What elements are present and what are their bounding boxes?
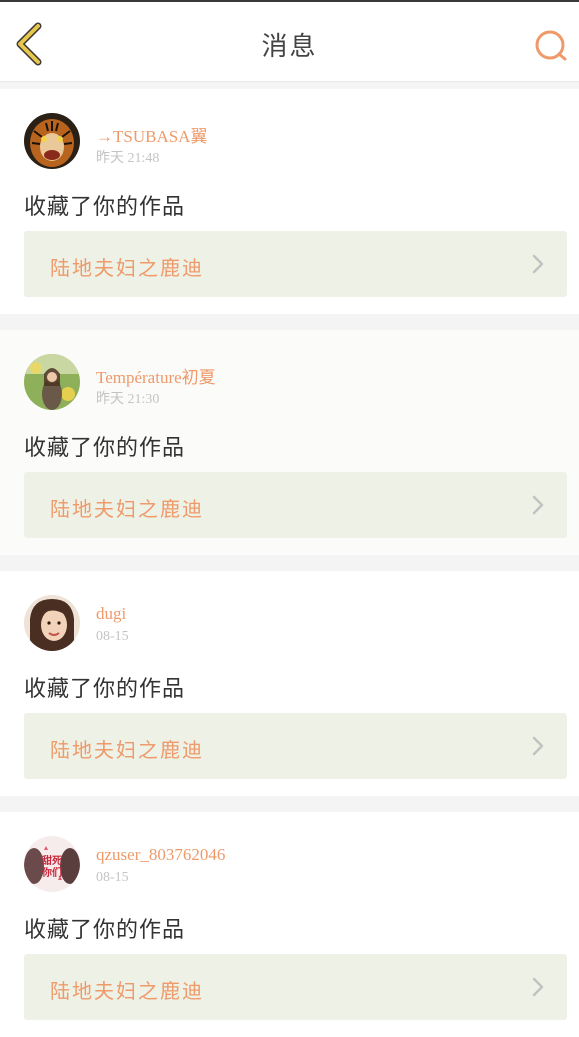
search-icon: [535, 30, 567, 61]
username[interactable]: qzuser_803762046: [96, 845, 225, 865]
timestamp: 08-15: [96, 629, 129, 644]
action-text: 收藏了你的作品: [24, 677, 186, 702]
avatar[interactable]: [24, 595, 80, 651]
timestamp: 08-15: [96, 870, 129, 885]
work-title: 陆地夫妇之鹿迪: [50, 738, 204, 762]
work-title: 陆地夫妇之鹿迪: [50, 497, 204, 521]
message-card: dugi 08-15 收藏了你的作品 陆地夫妇之鹿迪: [0, 571, 579, 796]
chevron-right-icon: [532, 736, 544, 756]
timestamp: 昨天 21:48: [96, 151, 160, 166]
top-nav-bar: 消息: [0, 2, 579, 82]
work-link[interactable]: 陆地夫妇之鹿迪: [24, 713, 567, 779]
message-card: →TSUBASA翼 昨天 21:48 收藏了你的作品 陆地夫妇之鹿迪: [0, 89, 579, 314]
username[interactable]: dugi: [96, 604, 126, 624]
avatar-text: 们: [52, 866, 62, 879]
work-title: 陆地夫妇之鹿迪: [50, 256, 204, 280]
avatar-text: 死: [52, 855, 62, 867]
chevron-right-icon: [532, 254, 544, 274]
avatar[interactable]: [24, 113, 80, 169]
message-card: Température初夏 昨天 21:30 收藏了你的作品 陆地夫妇之鹿迪: [0, 330, 579, 555]
work-title: 陆地夫妇之鹿迪: [50, 979, 204, 1003]
username[interactable]: Température初夏: [96, 363, 216, 388]
avatar-text: 甜: [42, 854, 52, 867]
avatar[interactable]: [24, 354, 80, 410]
action-text: 收藏了你的作品: [24, 918, 186, 943]
action-text: 收藏了你的作品: [24, 436, 186, 461]
username[interactable]: →TSUBASA翼: [96, 122, 207, 147]
work-link[interactable]: 陆地夫妇之鹿迪: [24, 954, 567, 1020]
work-link[interactable]: 陆地夫妇之鹿迪: [24, 231, 567, 297]
work-link[interactable]: 陆地夫妇之鹿迪: [24, 472, 567, 538]
action-text: 收藏了你的作品: [24, 195, 186, 220]
chevron-right-icon: [532, 977, 544, 997]
timestamp: 昨天 21:30: [96, 392, 160, 407]
message-card: 甜 死 你 们 qzuser_803762046 08-15 收藏了你的作品 陆…: [0, 812, 579, 1037]
page-title: 消息: [261, 32, 318, 62]
avatar-text: 你: [41, 866, 52, 879]
search-button[interactable]: [533, 28, 569, 64]
chevron-right-icon: [532, 495, 544, 515]
avatar[interactable]: 甜 死 你 们: [24, 836, 80, 892]
